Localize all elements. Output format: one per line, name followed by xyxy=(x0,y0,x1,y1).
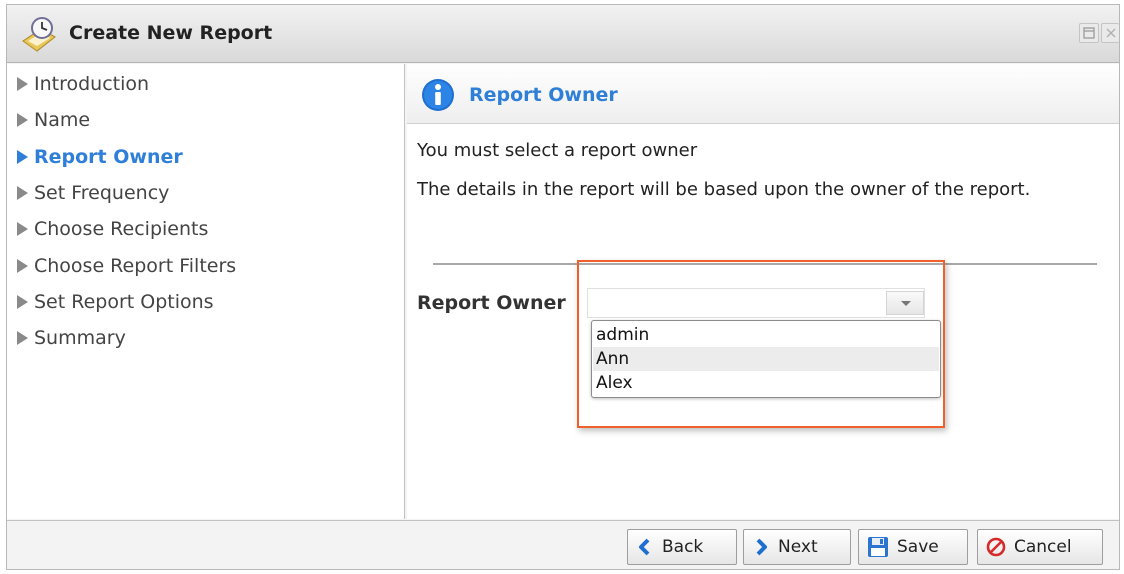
nav-item-label: Summary xyxy=(34,327,126,349)
nav-item-name[interactable]: Name xyxy=(17,105,90,135)
report-owner-panel: Report Owner You must select a report ow… xyxy=(407,64,1119,519)
triangle-right-icon xyxy=(17,259,28,273)
cancel-button[interactable]: Cancel xyxy=(977,529,1103,565)
nav-item-label: Choose Recipients xyxy=(34,218,209,240)
info-icon xyxy=(422,79,454,111)
back-label: Back xyxy=(662,537,704,557)
next-label: Next xyxy=(778,537,818,557)
nav-item-label: Report Owner xyxy=(34,146,183,168)
triangle-right-icon xyxy=(17,222,28,236)
chevron-left-icon xyxy=(639,538,650,556)
panel-title: Report Owner xyxy=(469,84,618,106)
back-button[interactable]: Back xyxy=(627,529,737,565)
maximize-icon xyxy=(1083,27,1095,39)
nav-item-label: Set Report Options xyxy=(34,291,214,313)
close-button[interactable] xyxy=(1101,23,1119,43)
nav-item-choose-report-filters[interactable]: Choose Report Filters xyxy=(17,251,236,281)
nav-item-choose-recipients[interactable]: Choose Recipients xyxy=(17,214,208,244)
nav-item-label: Choose Report Filters xyxy=(34,255,237,277)
nav-item-label: Name xyxy=(34,109,91,131)
save-label: Save xyxy=(897,537,939,557)
nav-item-label: Introduction xyxy=(34,73,150,95)
triangle-right-icon xyxy=(17,295,28,309)
close-icon xyxy=(1106,28,1115,38)
create-report-window: Create New Report Introduction Name Repo… xyxy=(6,4,1120,570)
floppy-disk-icon xyxy=(868,537,888,557)
nav-item-set-report-options[interactable]: Set Report Options xyxy=(17,287,214,317)
triangle-right-icon xyxy=(17,186,28,200)
panel-header: Report Owner xyxy=(407,64,1119,124)
triangle-right-icon xyxy=(17,113,28,127)
triangle-right-icon xyxy=(17,150,28,164)
cancel-label: Cancel xyxy=(1014,537,1072,557)
title-bar: Create New Report xyxy=(7,5,1119,63)
window-title: Create New Report xyxy=(69,22,273,44)
report-owner-label: Report Owner xyxy=(417,292,566,314)
nav-item-set-frequency[interactable]: Set Frequency xyxy=(17,178,169,208)
details-text: The details in the report will be based … xyxy=(417,179,1031,200)
instruction-text: You must select a report owner xyxy=(417,140,698,161)
nav-item-label: Set Frequency xyxy=(34,182,170,204)
nav-item-introduction[interactable]: Introduction xyxy=(17,69,149,99)
nav-item-report-owner[interactable]: Report Owner xyxy=(17,142,183,172)
triangle-right-icon xyxy=(17,331,28,345)
highlight-annotation xyxy=(577,260,945,428)
save-button[interactable]: Save xyxy=(858,529,968,565)
next-button[interactable]: Next xyxy=(743,529,851,565)
chevron-right-icon xyxy=(756,538,767,556)
wizard-footer: Back Next Save Cancel xyxy=(7,520,1119,569)
no-entry-icon xyxy=(986,537,1006,557)
maximize-button[interactable] xyxy=(1079,23,1099,43)
triangle-right-icon xyxy=(17,77,28,91)
nav-item-summary[interactable]: Summary xyxy=(17,323,126,353)
report-clock-icon xyxy=(22,17,56,53)
wizard-steps-sidebar: Introduction Name Report Owner Set Frequ… xyxy=(7,64,405,519)
